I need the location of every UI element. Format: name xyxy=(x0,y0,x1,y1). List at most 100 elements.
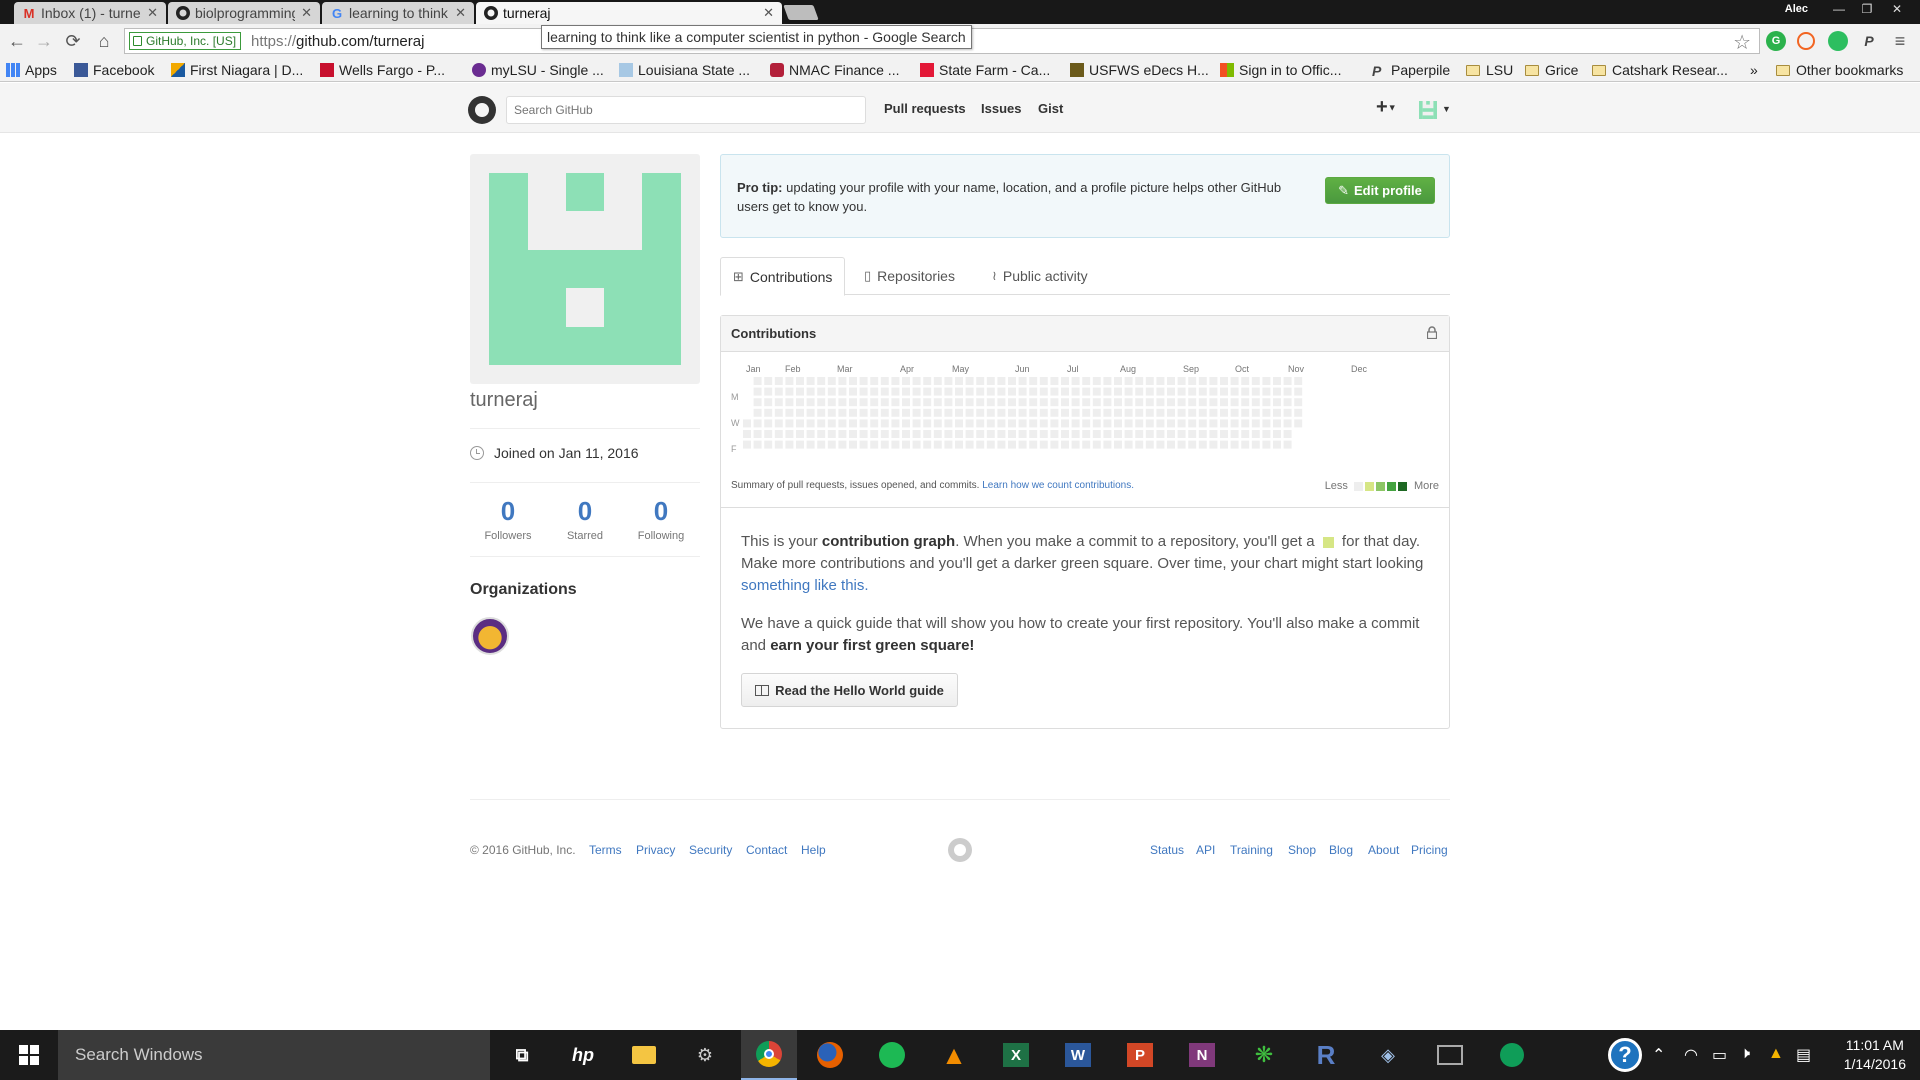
contribution-day-cell[interactable] xyxy=(785,377,794,385)
contribution-day-cell[interactable] xyxy=(1145,387,1154,396)
contribution-day-cell[interactable] xyxy=(880,408,889,417)
contribution-day-cell[interactable] xyxy=(1209,398,1218,407)
new-tab-button[interactable] xyxy=(783,5,819,20)
contribution-day-cell[interactable] xyxy=(817,408,826,417)
contribution-day-cell[interactable] xyxy=(933,398,942,407)
contribution-day-cell[interactable] xyxy=(1283,430,1292,438)
contribution-day-cell[interactable] xyxy=(764,398,773,407)
contribution-day-cell[interactable] xyxy=(764,440,773,449)
contribution-day-cell[interactable] xyxy=(1092,419,1101,428)
contribution-day-cell[interactable] xyxy=(796,387,804,396)
contribution-day-cell[interactable] xyxy=(965,377,974,385)
contribution-day-cell[interactable] xyxy=(838,398,847,407)
contribution-day-cell[interactable] xyxy=(774,440,783,449)
contribution-day-cell[interactable] xyxy=(849,408,857,417)
contribution-day-cell[interactable] xyxy=(1241,387,1250,396)
contribution-day-cell[interactable] xyxy=(753,430,762,438)
contribution-day-cell[interactable] xyxy=(838,419,847,428)
contribution-day-cell[interactable] xyxy=(1061,430,1069,438)
contribution-day-cell[interactable] xyxy=(955,398,963,407)
bookmark-mylsu[interactable]: myLSU - Single ... xyxy=(472,62,604,78)
contribution-day-cell[interactable] xyxy=(817,398,826,407)
contribution-day-cell[interactable] xyxy=(944,377,953,385)
contribution-day-cell[interactable] xyxy=(1018,377,1027,385)
contribution-day-cell[interactable] xyxy=(774,387,783,396)
bookmark-apps[interactable]: Apps xyxy=(6,62,57,78)
contribution-day-cell[interactable] xyxy=(902,398,910,407)
minimize-icon[interactable]: — xyxy=(1826,0,1852,18)
r-icon[interactable]: R xyxy=(1298,1030,1354,1080)
contribution-day-cell[interactable] xyxy=(1209,419,1218,428)
contribution-day-cell[interactable] xyxy=(1071,387,1080,396)
contribution-day-cell[interactable] xyxy=(944,398,953,407)
bookmark-star-icon[interactable]: ☆ xyxy=(1733,30,1751,55)
contribution-day-cell[interactable] xyxy=(986,440,995,449)
wifi-icon[interactable]: ◠ xyxy=(1684,1045,1698,1065)
contribution-day-cell[interactable] xyxy=(785,398,794,407)
contribution-day-cell[interactable] xyxy=(1209,377,1218,385)
contribution-day-cell[interactable] xyxy=(1124,440,1133,449)
bookmark-wells-fargo[interactable]: Wells Fargo - P... xyxy=(320,62,445,78)
contribution-day-cell[interactable] xyxy=(891,387,900,396)
hp-icon[interactable]: hp xyxy=(555,1030,611,1080)
contribution-day-cell[interactable] xyxy=(1050,440,1059,449)
contribution-day-cell[interactable] xyxy=(859,398,868,407)
contribution-day-cell[interactable] xyxy=(1177,377,1186,385)
contribution-day-cell[interactable] xyxy=(1082,377,1091,385)
contribution-day-cell[interactable] xyxy=(1092,387,1101,396)
contribution-day-cell[interactable] xyxy=(1092,408,1101,417)
contribution-day-cell[interactable] xyxy=(1135,398,1144,407)
evernote-extension-icon[interactable] xyxy=(1828,31,1848,51)
contribution-day-cell[interactable] xyxy=(859,377,868,385)
contribution-day-cell[interactable] xyxy=(1145,408,1154,417)
github-logo-icon[interactable] xyxy=(468,96,496,124)
close-icon[interactable]: ✕ xyxy=(763,5,774,21)
nav-issues[interactable]: Issues xyxy=(981,101,1021,116)
contribution-day-cell[interactable] xyxy=(764,430,773,438)
contribution-day-cell[interactable] xyxy=(753,398,762,407)
contribution-day-cell[interactable] xyxy=(753,377,762,385)
contribution-day-cell[interactable] xyxy=(764,387,773,396)
contribution-day-cell[interactable] xyxy=(1177,419,1186,428)
contribution-day-cell[interactable] xyxy=(997,408,1006,417)
contribution-day-cell[interactable] xyxy=(1103,398,1112,407)
contribution-day-cell[interactable] xyxy=(933,440,942,449)
contribution-day-cell[interactable] xyxy=(912,398,921,407)
contribution-day-cell[interactable] xyxy=(1188,408,1197,417)
contribution-day-cell[interactable] xyxy=(827,408,836,417)
chevron-down-icon[interactable]: ▼ xyxy=(1442,104,1451,114)
contribution-day-cell[interactable] xyxy=(1135,440,1144,449)
contribution-day-cell[interactable] xyxy=(1241,377,1250,385)
contribution-day-cell[interactable] xyxy=(1114,430,1122,438)
bookmarks-overflow-chevron[interactable]: » xyxy=(1750,62,1758,78)
contribution-day-cell[interactable] xyxy=(1050,377,1059,385)
stat-starred[interactable]: 0 Starred xyxy=(545,496,625,542)
contribution-day-cell[interactable] xyxy=(753,408,762,417)
contribution-day-cell[interactable] xyxy=(1188,387,1197,396)
footer-link-about[interactable]: About xyxy=(1368,843,1399,857)
bookmark-folder-lsu[interactable]: LSU xyxy=(1466,62,1513,78)
contribution-day-cell[interactable] xyxy=(1230,419,1239,428)
contribution-day-cell[interactable] xyxy=(933,430,942,438)
contribution-day-cell[interactable] xyxy=(923,419,932,428)
contribution-day-cell[interactable] xyxy=(976,377,985,385)
contribution-day-cell[interactable] xyxy=(923,387,932,396)
contribution-day-cell[interactable] xyxy=(859,430,868,438)
action-center-icon[interactable]: ▤ xyxy=(1796,1045,1811,1065)
contribution-day-cell[interactable] xyxy=(859,387,868,396)
contribution-day-cell[interactable] xyxy=(1230,408,1239,417)
contribution-day-cell[interactable] xyxy=(1273,419,1281,428)
bookmark-state-farm[interactable]: State Farm - Ca... xyxy=(920,62,1050,78)
contribution-day-cell[interactable] xyxy=(753,387,762,396)
contribution-day-cell[interactable] xyxy=(1251,387,1260,396)
contribution-day-cell[interactable] xyxy=(1156,398,1165,407)
contribution-day-cell[interactable] xyxy=(1188,398,1197,407)
contribution-day-cell[interactable] xyxy=(870,377,879,385)
contribution-day-cell[interactable] xyxy=(1156,408,1165,417)
contribution-day-cell[interactable] xyxy=(1135,430,1144,438)
contribution-day-cell[interactable] xyxy=(1124,377,1133,385)
file-explorer-icon[interactable] xyxy=(616,1030,672,1080)
contribution-day-cell[interactable] xyxy=(1294,419,1303,428)
contribution-day-cell[interactable] xyxy=(1198,430,1207,438)
contribution-day-cell[interactable] xyxy=(965,430,974,438)
